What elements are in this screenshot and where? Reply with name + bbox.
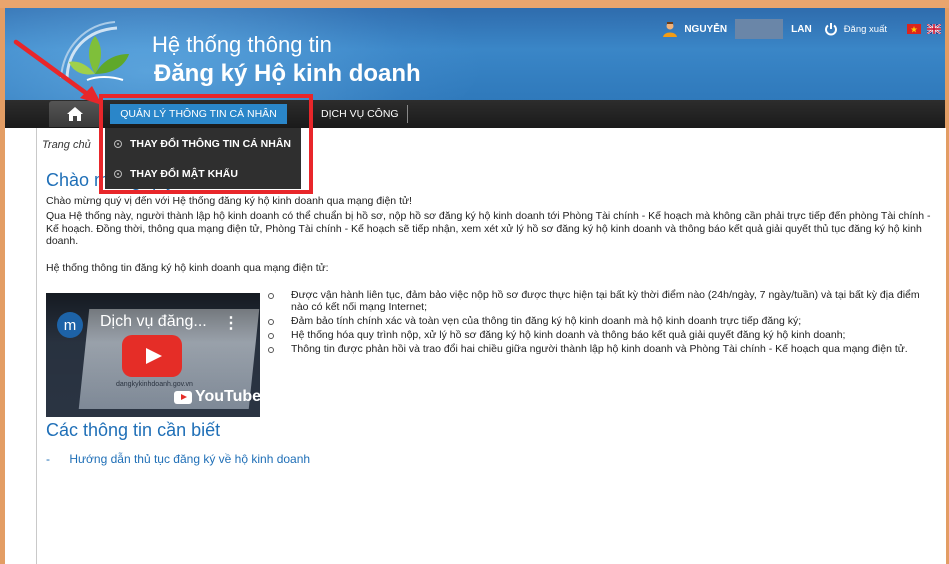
video-menu-icon[interactable]: ⋮ bbox=[223, 313, 239, 333]
list-item: Thông tin được phản hồi và trao đổi hai … bbox=[268, 343, 928, 355]
play-button-icon[interactable] bbox=[122, 335, 182, 377]
youtube-logo[interactable]: YouTube bbox=[174, 388, 260, 406]
breadcrumb[interactable]: Trang chủ bbox=[42, 139, 91, 151]
user-bar: NGUYỄN LAN Đăng xuất bbox=[662, 16, 941, 42]
info-dash: - bbox=[46, 452, 50, 466]
red-arrow-icon bbox=[13, 39, 102, 105]
app-title-line2: Đăng ký Hộ kinh doanh bbox=[154, 60, 421, 87]
site-header: Hệ thống thông tin Đăng ký Hộ kinh doanh… bbox=[5, 8, 945, 100]
guide-link[interactable]: Hướng dẫn thủ tục đăng ký về hộ kinh doa… bbox=[69, 452, 310, 466]
highlight-annotation-box bbox=[99, 94, 313, 194]
nav-public-services-tab[interactable]: DỊCH VỤ CÔNG bbox=[313, 105, 408, 123]
app-window: Hệ thống thông tin Đăng ký Hộ kinh doanh… bbox=[0, 0, 949, 564]
uk-flag-icon[interactable] bbox=[927, 24, 941, 34]
system-paragraph: Hệ thống thông tin đăng ký hộ kinh doanh… bbox=[46, 262, 329, 274]
feature-list: Được vận hành liên tục, đảm bảo việc nộp… bbox=[268, 289, 928, 357]
app-title-line1: Hệ thống thông tin bbox=[152, 32, 332, 57]
user-icon bbox=[663, 22, 678, 37]
welcome-text: Chào mừng quý vị đến với Hệ thống đăng k… bbox=[46, 195, 412, 207]
redacted-name-block bbox=[735, 19, 784, 39]
user-last-name: LAN bbox=[791, 23, 812, 35]
youtube-label: YouTube bbox=[195, 388, 260, 405]
video-embed[interactable]: dangkykinhdoanh.gov.vn m Dịch vụ đăng...… bbox=[46, 293, 260, 417]
list-item: Đảm bảo tính chính xác và toàn vẹn của t… bbox=[268, 315, 928, 327]
list-item: Hệ thống hóa quy trình nộp, xử lý hồ sơ … bbox=[268, 329, 928, 341]
list-item: Được vận hành liên tục, đảm bảo việc nộp… bbox=[268, 289, 928, 313]
window-top-border bbox=[0, 0, 949, 8]
youtube-play-icon bbox=[174, 390, 192, 404]
info-section-title: Các thông tin cần biết bbox=[46, 420, 221, 440]
intro-paragraph: Qua Hệ thống này, người thành lập hộ kin… bbox=[46, 210, 931, 247]
video-title[interactable]: Dịch vụ đăng... bbox=[100, 313, 207, 331]
channel-avatar[interactable]: m bbox=[57, 312, 83, 338]
vietnam-flag-icon[interactable] bbox=[907, 24, 921, 34]
user-first-name: NGUYỄN bbox=[684, 23, 728, 35]
info-link-row: - Hướng dẫn thủ tục đăng ký về hộ kinh d… bbox=[46, 452, 310, 466]
logout-link[interactable]: Đăng xuất bbox=[844, 24, 887, 35]
power-icon[interactable] bbox=[824, 22, 838, 36]
